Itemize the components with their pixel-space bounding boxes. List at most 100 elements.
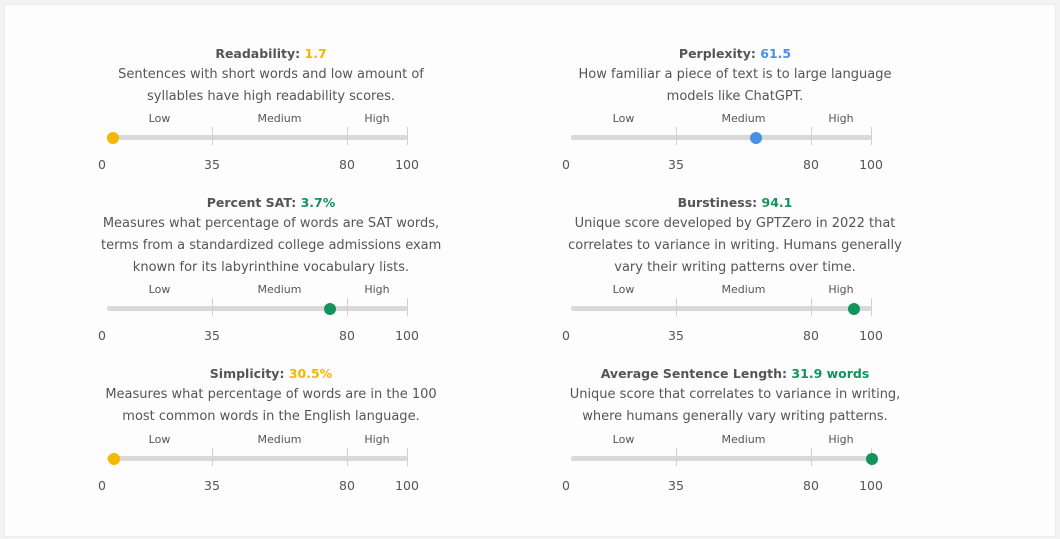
metric-title: Burstiness: 94.1 <box>565 194 905 212</box>
description-line: known for its labyrinthine vocabulary li… <box>132 260 410 275</box>
scale-tick <box>811 127 812 145</box>
scale-number: 80 <box>803 478 819 493</box>
score-scale: Low Medium High 0 35 80 100 <box>98 112 441 174</box>
score-scale: Low Medium High 0 35 80 100 <box>562 283 905 345</box>
level-label-high: High <box>828 433 854 446</box>
metric-label: Burstiness: <box>677 195 758 210</box>
scale-tick <box>811 298 812 316</box>
metric-description: Unique score that correlates to variance… <box>565 384 905 428</box>
scale-tick <box>811 448 812 466</box>
metric-label: Simplicity: <box>209 366 285 381</box>
scale-number: 100 <box>395 478 419 493</box>
metric-description: How familiar a piece of text is to large… <box>565 64 905 108</box>
score-scale: Low Medium High 0 35 80 100 <box>562 112 905 174</box>
metric-readability: Readability: 1.7 Sentences with short wor… <box>98 45 441 172</box>
metric-title: Average Sentence Length: 31.9 words <box>565 365 905 383</box>
scale-tick <box>347 127 348 145</box>
score-scale: Low Medium High 0 35 80 100 <box>562 433 905 495</box>
score-track <box>107 456 407 461</box>
scale-number: 100 <box>859 328 883 343</box>
level-label-medium: Medium <box>257 283 302 296</box>
score-scale: Low Medium High 0 35 80 100 <box>98 283 441 345</box>
scale-tick <box>407 298 408 316</box>
metric-description: Measures what percentage of words are SA… <box>101 213 441 279</box>
scale-tick <box>871 298 872 316</box>
scale-tick <box>676 127 677 145</box>
scale-number: 80 <box>339 328 355 343</box>
metric-simplicity: Simplicity: 30.5% Measures what percentag… <box>98 365 441 493</box>
scale-tick <box>212 127 213 145</box>
score-track <box>107 135 407 140</box>
level-label-low: Low <box>148 433 171 446</box>
level-label-high: High <box>828 283 854 296</box>
metric-value: 3.7% <box>300 195 336 210</box>
metric-title: Perplexity: 61.5 <box>565 45 905 63</box>
scale-number: 100 <box>859 157 883 172</box>
scale-tick <box>676 448 677 466</box>
description-line: syllables have high readability scores. <box>146 89 395 104</box>
level-label-low: Low <box>148 283 171 296</box>
description-line: Measures what percentage of words are in… <box>105 387 437 402</box>
scale-number: 0 <box>98 478 106 493</box>
scale-number: 100 <box>859 478 883 493</box>
metric-burstiness: Burstiness: 94.1 Unique score developed b… <box>562 194 905 343</box>
level-label-medium: Medium <box>257 433 302 446</box>
level-label-high: High <box>828 112 854 125</box>
score-track <box>571 306 871 311</box>
score-marker <box>106 132 119 144</box>
metric-title: Percent SAT: 3.7% <box>101 194 441 212</box>
scale-number: 80 <box>803 157 819 172</box>
level-label-low: Low <box>612 112 635 125</box>
description-line: correlates to variance in writing. Human… <box>568 238 902 253</box>
metric-label: Perplexity: <box>678 46 756 61</box>
level-label-medium: Medium <box>721 433 766 446</box>
metric-percent-sat: Percent SAT: 3.7% Measures what percentag… <box>98 194 441 343</box>
description-line: models like ChatGPT. <box>666 89 804 104</box>
metric-value: 94.1 <box>761 195 793 210</box>
description-line: How familiar a piece of text is to large… <box>578 67 892 82</box>
metric-title: Readability: 1.7 <box>101 45 441 63</box>
level-label-medium: Medium <box>257 112 302 125</box>
level-label-high: High <box>364 112 390 125</box>
scale-number: 0 <box>98 328 106 343</box>
metric-average-sentence-length: Average Sentence Length: 31.9 words Uniqu… <box>562 365 905 493</box>
scale-number: 0 <box>98 157 106 172</box>
scale-number: 100 <box>395 328 419 343</box>
metric-description: Sentences with short words and low amoun… <box>101 64 441 108</box>
scale-number: 80 <box>339 157 355 172</box>
level-label-low: Low <box>612 283 635 296</box>
level-label-medium: Medium <box>721 283 766 296</box>
level-label-high: High <box>364 433 390 446</box>
metrics-panel: Readability: 1.7 Sentences with short wor… <box>4 4 1056 537</box>
description-line: vary their writing patterns over time. <box>614 260 856 275</box>
score-marker <box>107 453 120 465</box>
metric-title: Simplicity: 30.5% <box>101 365 441 383</box>
metric-value: 1.7 <box>304 46 327 61</box>
description-line: where humans generally vary writing patt… <box>582 409 888 424</box>
scale-number: 35 <box>204 328 220 343</box>
scale-tick <box>407 127 408 145</box>
scale-number: 35 <box>668 478 684 493</box>
scale-number: 80 <box>803 328 819 343</box>
description-line: most common words in the English languag… <box>122 409 420 424</box>
description-line: terms from a standardized college admiss… <box>101 238 442 253</box>
score-marker <box>847 303 860 315</box>
description-line: Sentences with short words and low amoun… <box>118 67 424 82</box>
scale-number: 35 <box>204 157 220 172</box>
scale-number: 35 <box>204 478 220 493</box>
metric-label: Average Sentence Length: <box>600 366 788 381</box>
score-marker <box>865 453 878 465</box>
scale-tick <box>212 298 213 316</box>
scale-tick <box>676 298 677 316</box>
description-line: Unique score that correlates to variance… <box>569 387 901 402</box>
scale-number: 35 <box>668 157 684 172</box>
description-line: Unique score developed by GPTZero in 202… <box>574 216 896 231</box>
metric-value: 31.9 words <box>791 366 870 381</box>
scale-number: 0 <box>562 157 570 172</box>
metric-description: Unique score developed by GPTZero in 202… <box>565 213 905 279</box>
level-label-medium: Medium <box>721 112 766 125</box>
score-marker <box>323 303 336 315</box>
scale-number: 0 <box>562 328 570 343</box>
metric-label: Percent SAT: <box>206 195 297 210</box>
score-track <box>571 135 871 140</box>
